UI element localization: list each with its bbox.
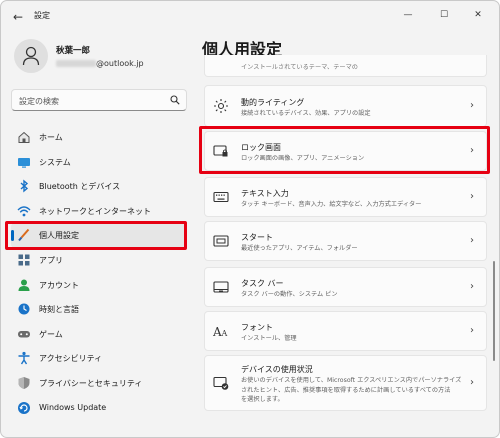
- apps-icon: [18, 254, 30, 266]
- scrollbar[interactable]: [493, 261, 495, 361]
- card-description: タスク バーの動作、システム ピン: [241, 291, 338, 298]
- sidebar-item-label: システム: [39, 157, 71, 167]
- card-title: スタート: [241, 233, 273, 242]
- card-description: 接続されているデバイス、効果、アプリの設定: [241, 110, 371, 117]
- chevron-right-icon: ›: [470, 100, 474, 111]
- sidebar-item-windows-update[interactable]: Windows Update: [11, 396, 187, 421]
- svg-text:A: A: [221, 329, 228, 338]
- sidebar-item-network[interactable]: ネットワークとインターネット: [11, 199, 187, 224]
- home-icon: [18, 131, 30, 143]
- shield-icon: [18, 376, 30, 389]
- settings-window: ← 設定 — ☐ ✕ 秋葉一郎 @outlook.jp 設定の検索 ホーム シス…: [0, 0, 500, 438]
- person-icon: [22, 46, 40, 66]
- search-input[interactable]: 設定の検索: [11, 89, 187, 111]
- card-description-line: されたヒント、広告、推奨事項を取得するために計画しているすべての方法: [241, 386, 451, 394]
- taskbar-icon: [213, 281, 229, 293]
- redacted-email-prefix: [56, 60, 96, 67]
- chevron-right-icon: ›: [470, 235, 474, 246]
- accessibility-icon: [18, 352, 30, 365]
- settings-card-device-usage[interactable]: デバイスの使用状況 お使いのデバイスを使用して、Microsoft エクスペリエ…: [204, 355, 487, 411]
- user-name: 秋葉一郎: [56, 46, 91, 56]
- keyboard-icon: [213, 191, 229, 203]
- highlight-box-personalization: [5, 221, 187, 250]
- card-title: デバイスの使用状況: [241, 365, 313, 374]
- sidebar-item-bluetooth[interactable]: Bluetooth とデバイス: [11, 174, 187, 199]
- account-icon: [18, 279, 30, 291]
- sidebar-item-accessibility[interactable]: アクセシビリティ: [11, 346, 187, 371]
- app-title: 設定: [34, 11, 50, 20]
- bluetooth-icon: [20, 179, 29, 193]
- settings-card-start[interactable]: スタート 最近使ったアプリ、アイテム、フォルダー ›: [204, 221, 487, 261]
- settings-card-themes[interactable]: インストールされているテーマ、テーマの: [204, 55, 487, 77]
- settings-card-dynamic-lighting[interactable]: 動的ライティング 接続されているデバイス、効果、アプリの設定 ›: [204, 85, 487, 127]
- sidebar-item-label: Bluetooth とデバイス: [39, 182, 121, 192]
- search-placeholder: 設定の検索: [19, 97, 59, 106]
- minimize-button[interactable]: —: [397, 6, 419, 24]
- card-title: フォント: [241, 323, 273, 332]
- sidebar-item-label: 時刻と言語: [39, 305, 79, 315]
- sidebar-nav: ホーム システム Bluetooth とデバイス ネットワークとインターネット …: [11, 125, 187, 420]
- card-description: インストール、管理: [241, 335, 297, 342]
- device-usage-icon: [213, 376, 229, 390]
- sidebar-item-apps[interactable]: アプリ: [11, 248, 187, 273]
- sidebar-item-accounts[interactable]: アカウント: [11, 273, 187, 298]
- avatar[interactable]: [14, 39, 48, 73]
- wifi-icon: [17, 206, 31, 217]
- font-icon: AA: [213, 325, 228, 339]
- sidebar-item-label: アクセシビリティ: [39, 354, 103, 364]
- sidebar-item-gaming[interactable]: ゲーム: [11, 322, 187, 347]
- update-icon: [18, 401, 30, 414]
- sidebar-item-time-language[interactable]: 時刻と言語: [11, 297, 187, 322]
- highlight-box-lock-screen: [199, 126, 490, 174]
- chevron-right-icon: ›: [470, 191, 474, 202]
- card-title: 動的ライティング: [241, 98, 305, 107]
- clock-icon: [18, 303, 30, 315]
- gamepad-icon: [18, 330, 30, 338]
- system-icon: [18, 157, 30, 168]
- settings-card-taskbar[interactable]: タスク バー タスク バーの動作、システム ピン ›: [204, 267, 487, 307]
- card-description: インストールされているテーマ、テーマの: [241, 64, 358, 71]
- sidebar-item-home[interactable]: ホーム: [11, 125, 187, 150]
- maximize-button[interactable]: ☐: [433, 6, 455, 24]
- settings-card-fonts[interactable]: AA フォント インストール、管理 ›: [204, 311, 487, 351]
- card-title: タスク バー: [241, 279, 284, 288]
- sidebar-item-label: ホーム: [39, 133, 63, 142]
- card-description-line: を選択します。: [241, 396, 284, 403]
- sidebar-item-label: Windows Update: [39, 402, 107, 412]
- sidebar-item-privacy[interactable]: プライバシーとセキュリティ: [11, 371, 187, 396]
- search-icon: [170, 95, 180, 105]
- chevron-right-icon: ›: [470, 325, 474, 336]
- sidebar-item-label: ゲーム: [39, 329, 63, 339]
- sidebar-item-label: アプリ: [39, 255, 63, 265]
- card-title: テキスト入力: [241, 189, 289, 198]
- close-button[interactable]: ✕: [467, 6, 489, 24]
- card-description: 最近使ったアプリ、アイテム、フォルダー: [241, 245, 358, 252]
- back-button[interactable]: ←: [9, 9, 27, 25]
- title-bar: ← 設定 — ☐ ✕: [1, 1, 499, 33]
- user-email: @outlook.jp: [56, 59, 144, 68]
- chevron-right-icon: ›: [470, 377, 474, 388]
- settings-card-text-input[interactable]: テキスト入力 タッチ キーボード、音声入力、絵文字など、入力方式エディター ›: [204, 177, 487, 217]
- start-icon: [213, 235, 229, 247]
- sidebar-item-label: ネットワークとインターネット: [39, 206, 151, 216]
- chevron-right-icon: ›: [470, 281, 474, 292]
- lighting-icon: [214, 99, 228, 113]
- sidebar-item-system[interactable]: システム: [11, 150, 187, 175]
- card-description-line: お使いのデバイスを使用して、Microsoft エクスペリエンス内でパーソナライ…: [241, 377, 462, 384]
- card-description: タッチ キーボード、音声入力、絵文字など、入力方式エディター: [241, 201, 422, 208]
- sidebar-item-label: アカウント: [39, 280, 79, 290]
- sidebar-item-label: プライバシーとセキュリティ: [39, 378, 143, 388]
